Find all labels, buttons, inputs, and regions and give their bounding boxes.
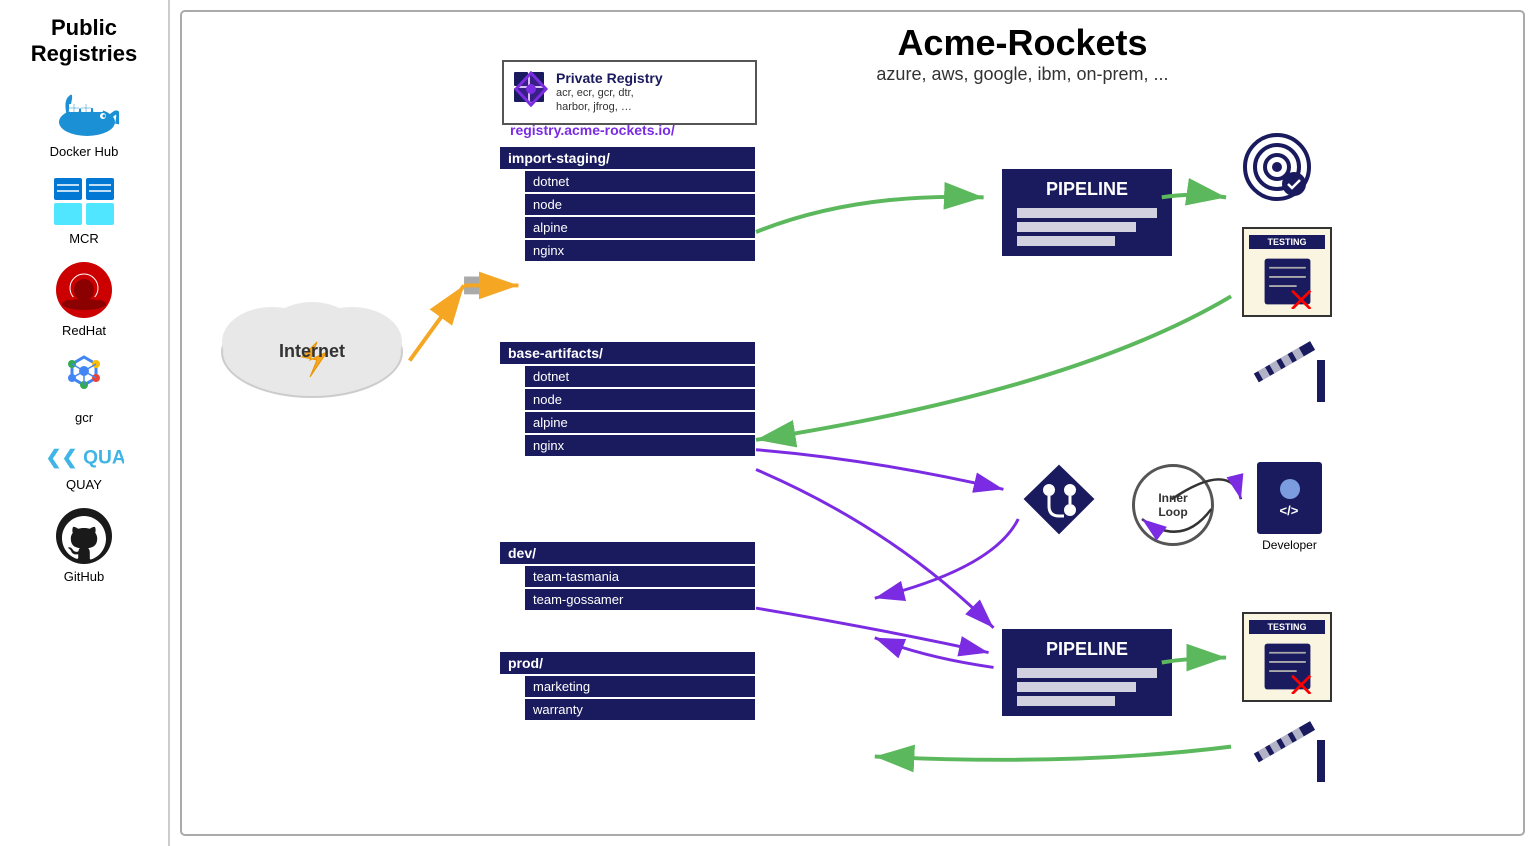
internet-cloud-svg: Internet bbox=[202, 282, 422, 442]
quay-icon: ❮❮ QUAY bbox=[44, 439, 124, 474]
ns-ba-alpine: alpine bbox=[525, 412, 755, 433]
barrier-top-icon bbox=[1252, 332, 1332, 402]
pipeline-top-label: PIPELINE bbox=[1046, 179, 1128, 200]
ns-dev-label: dev/ bbox=[500, 542, 755, 564]
sidebar-item-github: GitHub bbox=[54, 506, 114, 584]
main-border-box: Acme-Rockets azure, aws, google, ibm, on… bbox=[180, 10, 1525, 836]
gcr-icon bbox=[54, 352, 114, 407]
pipeline-top: PIPELINE bbox=[1002, 157, 1172, 267]
private-registry-subtext: acr, ecr, gcr, dtr, harbor, jfrog, … bbox=[556, 86, 663, 115]
mcr-label: MCR bbox=[69, 231, 99, 246]
sidebar-item-docker-hub: Docker Hub bbox=[49, 86, 119, 159]
testing-top: TESTING bbox=[1242, 227, 1332, 317]
ns-base-artifacts-label: base-artifacts/ bbox=[500, 342, 755, 364]
sidebar-item-gcr: gcr bbox=[54, 352, 114, 425]
pipeline-bottom-label: PIPELINE bbox=[1046, 639, 1128, 660]
sidebar-title: Public Registries bbox=[31, 15, 137, 68]
sidebar-item-quay: ❮❮ QUAY QUAY bbox=[44, 439, 124, 492]
testing-bottom-label: TESTING bbox=[1249, 620, 1325, 634]
svg-text:Internet: Internet bbox=[279, 341, 345, 361]
ns-ba-nginx: nginx bbox=[525, 435, 755, 456]
acme-title: Acme-Rockets bbox=[532, 22, 1513, 64]
ns-ba-dotnet: dotnet bbox=[525, 366, 755, 387]
target-area bbox=[1242, 132, 1312, 202]
testing-bottom-icon bbox=[1260, 639, 1315, 694]
private-registry-header: Private Registry acr, ecr, gcr, dtr, har… bbox=[502, 60, 757, 125]
developer-icon: </> bbox=[1257, 462, 1322, 534]
gcr-label: gcr bbox=[75, 410, 93, 425]
docker-icon bbox=[49, 86, 119, 141]
ns-is-dotnet: dotnet bbox=[525, 171, 755, 192]
barrier-bottom-icon bbox=[1252, 712, 1332, 782]
git-icon bbox=[1022, 462, 1097, 537]
ns-is-nginx: nginx bbox=[525, 240, 755, 261]
testing-top-icon bbox=[1260, 254, 1315, 309]
testing-top-label: TESTING bbox=[1249, 235, 1325, 249]
svg-text:❮❮ QUAY: ❮❮ QUAY bbox=[46, 447, 124, 468]
ns-dev-gossamer: team-gossamer bbox=[525, 589, 755, 610]
namespace-import-staging: import-staging/ dotnet node alpine nginx bbox=[500, 147, 755, 263]
docker-hub-label: Docker Hub bbox=[50, 144, 119, 159]
mcr-icon bbox=[49, 173, 119, 228]
private-registry-text: Private Registry acr, ecr, gcr, dtr, har… bbox=[556, 70, 663, 115]
target-icon bbox=[1242, 132, 1312, 202]
namespace-prod: prod/ marketing warranty bbox=[500, 652, 755, 722]
redhat-icon bbox=[54, 260, 114, 320]
sidebar-item-mcr: MCR bbox=[49, 173, 119, 246]
ns-dev-tasmania: team-tasmania bbox=[525, 566, 755, 587]
namespace-dev: dev/ team-tasmania team-gossamer bbox=[500, 542, 755, 612]
sidebar-item-redhat: RedHat bbox=[54, 260, 114, 338]
internet-area: Internet bbox=[202, 282, 422, 442]
github-icon bbox=[54, 506, 114, 566]
redhat-label: RedHat bbox=[62, 323, 106, 338]
developer-code: </> bbox=[1280, 503, 1300, 518]
quay-label: QUAY bbox=[66, 477, 102, 492]
namespace-base-artifacts: base-artifacts/ dotnet node alpine nginx bbox=[500, 342, 755, 458]
sidebar: Public Registries Docker bbox=[0, 0, 170, 846]
private-registry-title: Private Registry bbox=[556, 70, 663, 86]
testing-bottom: TESTING bbox=[1242, 612, 1332, 702]
developer-label: Developer bbox=[1262, 538, 1317, 552]
ns-prod-marketing: marketing bbox=[525, 676, 755, 697]
ns-import-staging-label: import-staging/ bbox=[500, 147, 755, 169]
git-icon-area bbox=[1022, 462, 1097, 537]
ns-prod-warranty: warranty bbox=[525, 699, 755, 720]
barrier-bottom bbox=[1252, 712, 1332, 782]
developer-area: </> Developer bbox=[1257, 462, 1322, 552]
pipeline-bottom-box: PIPELINE bbox=[1002, 629, 1172, 716]
github-label: GitHub bbox=[64, 569, 104, 584]
pipeline-bottom: PIPELINE bbox=[1002, 617, 1172, 727]
registry-url: registry.acme-rockets.io/ bbox=[510, 122, 675, 138]
ns-ba-node: node bbox=[525, 389, 755, 410]
ns-is-alpine: alpine bbox=[525, 217, 755, 238]
inner-loop-label: Inner Loop bbox=[1158, 491, 1187, 519]
barrier-top bbox=[1252, 332, 1332, 402]
ns-prod-label: prod/ bbox=[500, 652, 755, 674]
inner-loop: Inner Loop bbox=[1132, 464, 1214, 546]
pipeline-top-box: PIPELINE bbox=[1002, 169, 1172, 256]
ns-is-node: node bbox=[525, 194, 755, 215]
private-registry-icon bbox=[512, 70, 550, 108]
main-area: Acme-Rockets azure, aws, google, ibm, on… bbox=[170, 0, 1535, 846]
